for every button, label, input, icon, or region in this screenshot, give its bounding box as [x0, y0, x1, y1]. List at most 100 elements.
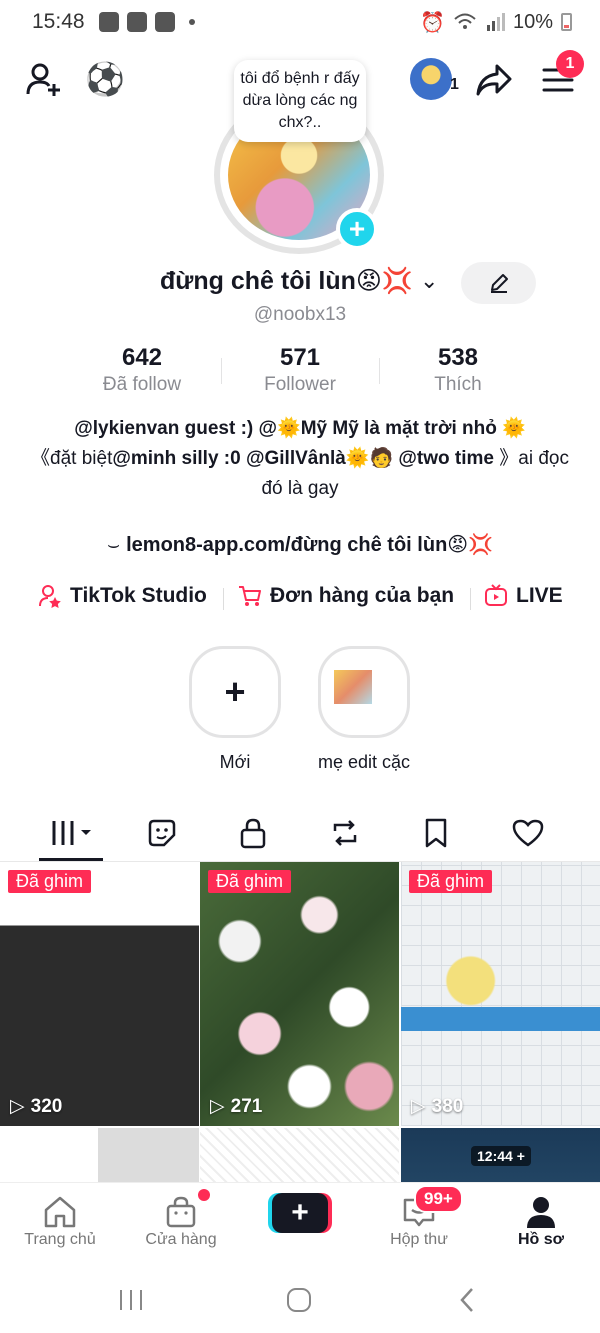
- tab-favorites[interactable]: [406, 812, 466, 854]
- grid-filter-icon: [52, 821, 91, 845]
- pinned-badge: Đã ghim: [409, 870, 493, 893]
- video-grid: Đã ghim ▷ 320 Đã ghim ▷ 271 Đã ghim ▷ 380 1…: [0, 862, 600, 1188]
- link-icon: ⌣: [106, 534, 121, 556]
- tab-liked[interactable]: [498, 812, 558, 854]
- profile-stats: 642 Đã follow 571 Follower 538 Thích: [0, 344, 600, 404]
- tab-videos[interactable]: [44, 812, 104, 854]
- edit-profile-button[interactable]: [461, 262, 536, 304]
- content-tabs: [0, 806, 600, 862]
- tab-private[interactable]: [223, 812, 283, 854]
- notification-icon: [154, 12, 175, 32]
- live-link[interactable]: LIVE: [484, 584, 563, 608]
- home-icon: [44, 1196, 76, 1228]
- video-hud-text: 12:44 +: [471, 1146, 531, 1166]
- recents-icon: [120, 1290, 142, 1310]
- pinned-badge: Đã ghim: [208, 870, 292, 893]
- highlight-item[interactable]: [318, 646, 410, 738]
- alarm-icon: ⏰: [420, 11, 445, 34]
- home-circle-icon: [287, 1288, 311, 1312]
- highlight-label: mẹ edit cặc: [317, 752, 411, 772]
- view-count: ▷ 320: [10, 1095, 62, 1118]
- plus-icon: +: [272, 1193, 328, 1233]
- friend-avatar[interactable]: [410, 58, 452, 100]
- play-icon: ▷: [210, 1096, 225, 1117]
- profile-icon: [527, 1197, 555, 1228]
- view-count-value: 380: [431, 1095, 464, 1117]
- stat-value: 642: [121, 344, 163, 371]
- orders-link[interactable]: Đơn hàng của bạn: [238, 584, 454, 608]
- more-notifications-icon: [188, 19, 195, 25]
- quick-link-label: LIVE: [516, 584, 563, 607]
- nav-label: Hộp thư: [390, 1231, 448, 1248]
- view-count-value: 271: [230, 1095, 263, 1117]
- recent-apps-button[interactable]: [101, 1280, 161, 1320]
- nav-home[interactable]: Trang chủ: [5, 1193, 115, 1249]
- tab-reposts[interactable]: [315, 812, 375, 854]
- nav-profile[interactable]: Hồ sơ: [486, 1193, 596, 1249]
- display-name[interactable]: đừng chê tôi lùn😡💢: [160, 266, 413, 296]
- view-count: ▷ 271: [210, 1095, 262, 1118]
- cart-icon: [239, 586, 261, 606]
- nav-shop[interactable]: Cửa hàng: [126, 1193, 236, 1249]
- nav-label: Hồ sơ: [517, 1231, 565, 1248]
- system-navigation: [0, 1266, 600, 1333]
- bio-link[interactable]: ⌣ lemon8-app.com/đừng chê tôi lùn😡💢: [0, 532, 600, 557]
- bio-prefix: 《đặt biệt: [31, 448, 113, 469]
- share-icon: [476, 64, 512, 96]
- friend-avatar-count: 1: [450, 76, 459, 93]
- view-count-value: 320: [30, 1095, 63, 1117]
- username: @noobx13: [253, 304, 347, 325]
- video-thumbnail[interactable]: Đã ghim ▷ 380: [401, 862, 600, 1126]
- back-button[interactable]: [437, 1280, 497, 1320]
- nav-label: Cửa hàng: [145, 1231, 217, 1248]
- sticker-icon: [148, 819, 176, 847]
- add-story-button[interactable]: +: [336, 208, 378, 250]
- status-bar: 15:48 ⏰ 10%: [0, 0, 600, 44]
- stat-likes[interactable]: 538 Thích: [388, 344, 528, 396]
- add-user-icon: [26, 63, 60, 96]
- chevron-down-icon[interactable]: ⌄: [420, 268, 438, 294]
- stat-following[interactable]: 642 Đã follow: [72, 344, 212, 396]
- video-thumbnail[interactable]: [200, 1128, 399, 1188]
- notification-icon: [98, 12, 119, 32]
- new-highlight-button[interactable]: +: [189, 646, 281, 738]
- play-icon: ▷: [10, 1096, 25, 1117]
- thumbnail-image: [98, 1128, 199, 1188]
- video-thumbnail[interactable]: 12:44 +: [401, 1128, 600, 1188]
- video-thumbnail[interactable]: Đã ghim ▷ 320: [0, 862, 199, 1126]
- divider: [221, 358, 222, 384]
- play-icon: ▷: [411, 1096, 426, 1117]
- bio-mentions: @minh silly :0 @GillVânlà🌞🧑 @two time: [112, 448, 494, 469]
- tv-icon: [485, 584, 507, 606]
- create-button[interactable]: +: [268, 1193, 332, 1233]
- quick-links: TikTok Studio Đơn hàng của bạn LIVE: [0, 580, 600, 616]
- add-friend-button[interactable]: [22, 58, 66, 102]
- highlight-thumbnail: [334, 670, 372, 704]
- nav-label: Trang chủ: [24, 1231, 96, 1248]
- note-bubble[interactable]: tôi đổ bệnh r đấy dừa lòng các ng chx?..: [234, 60, 366, 142]
- alert-icon: [126, 12, 147, 32]
- battery-percent: 10%: [512, 10, 553, 33]
- video-thumbnail[interactable]: [0, 1128, 199, 1188]
- divider: [223, 588, 224, 610]
- name-row: đừng chê tôi lùn😡💢 ⌄: [0, 262, 600, 304]
- video-thumbnail[interactable]: Đã ghim ▷ 271: [200, 862, 399, 1126]
- menu-badge: 1: [556, 50, 584, 78]
- tab-stickers[interactable]: [132, 812, 192, 854]
- repost-icon: [333, 820, 357, 846]
- wifi-icon: [454, 13, 476, 29]
- stat-value: 571: [279, 344, 321, 371]
- stat-followers[interactable]: 571 Follower: [230, 344, 370, 396]
- signal-icon: [486, 13, 505, 31]
- lock-icon: [240, 818, 266, 849]
- quick-link-label: Đơn hàng của bạn: [270, 584, 455, 607]
- soccer-ball-icon[interactable]: ⚽: [85, 60, 125, 98]
- tiktok-studio-link[interactable]: TikTok Studio: [38, 584, 207, 608]
- stat-label: Đã follow: [102, 374, 182, 395]
- inbox-badge: 99+: [414, 1185, 463, 1213]
- stat-label: Follower: [264, 374, 336, 395]
- share-profile-button[interactable]: [472, 58, 516, 102]
- pencil-icon: [490, 274, 508, 293]
- profile-bio: @lykienvan guest :) @🌞Mỹ Mỹ là mặt trời …: [30, 414, 570, 504]
- home-system-button[interactable]: [269, 1280, 329, 1320]
